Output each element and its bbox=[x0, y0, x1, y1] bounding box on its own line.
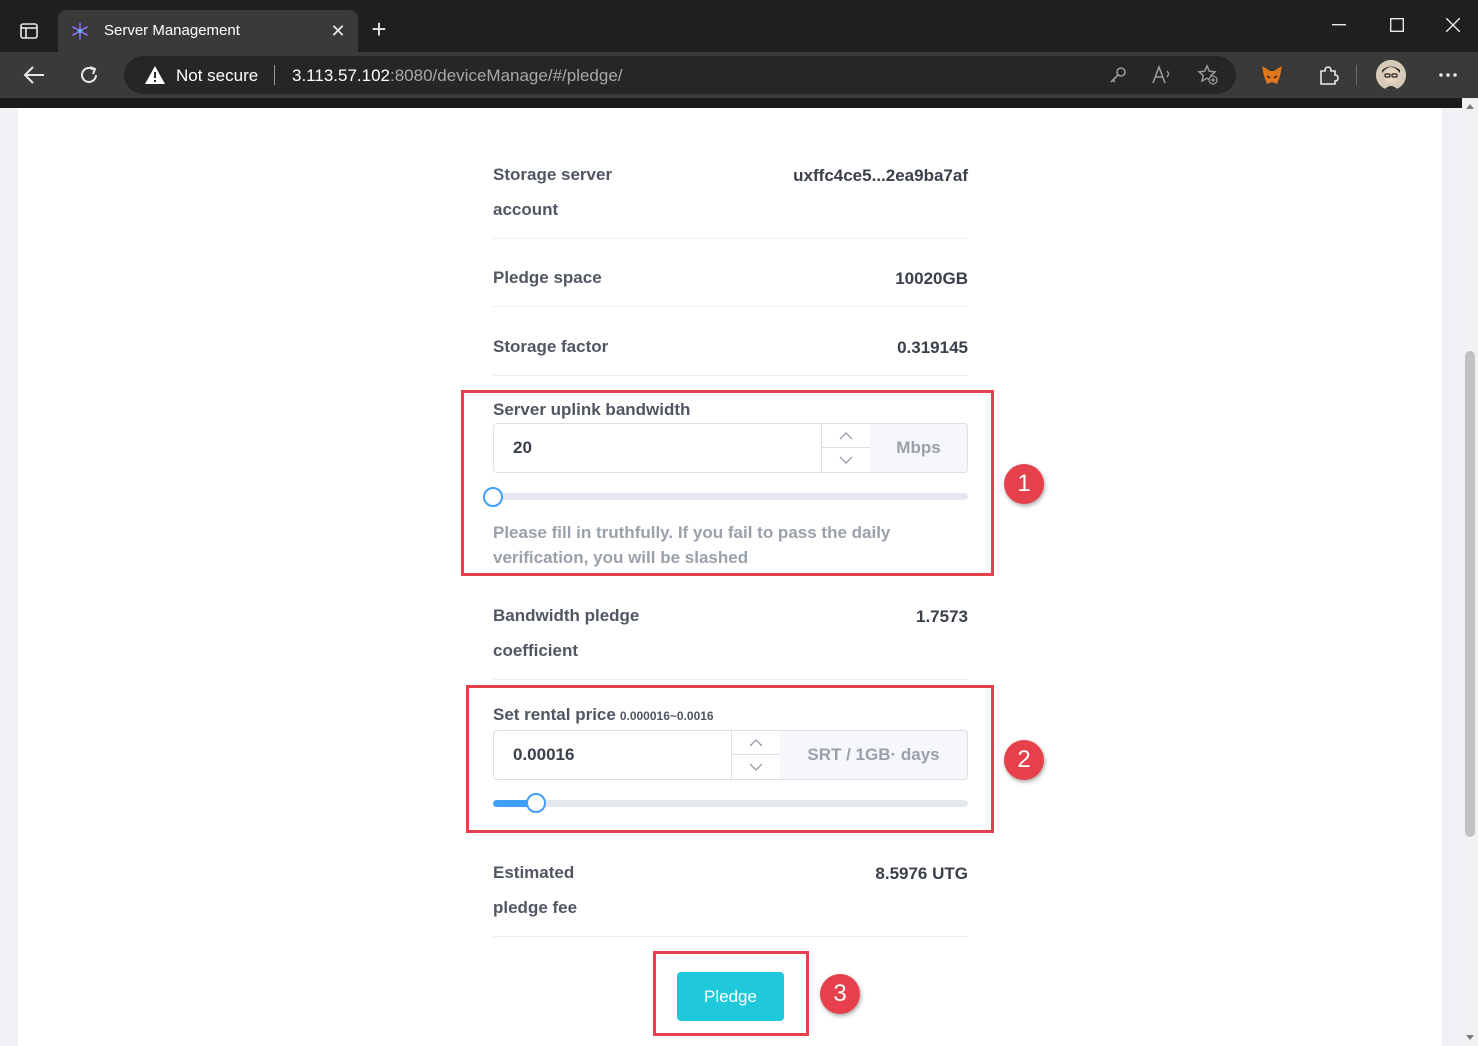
profile-avatar[interactable] bbox=[1376, 60, 1406, 90]
tab-actions-icon[interactable] bbox=[10, 14, 48, 48]
fee-label: Estimated pledge fee bbox=[493, 855, 577, 925]
fee-label-line2: pledge fee bbox=[493, 898, 578, 917]
divider bbox=[493, 238, 968, 239]
account-label-line2: account bbox=[493, 200, 559, 219]
divider bbox=[493, 375, 968, 376]
refresh-icon[interactable] bbox=[73, 60, 105, 90]
add-favorite-icon[interactable] bbox=[1196, 64, 1220, 86]
toolbar-separator bbox=[1356, 65, 1357, 85]
account-label: Storage server account bbox=[493, 157, 612, 227]
read-aloud-icon[interactable] bbox=[1150, 64, 1174, 86]
close-window-icon[interactable] bbox=[1440, 12, 1466, 38]
new-tab-icon[interactable]: + bbox=[364, 14, 394, 44]
coefficient-label: Bandwidth pledge coefficient bbox=[493, 598, 639, 668]
security-status-label[interactable]: Not secure bbox=[176, 66, 258, 86]
divider bbox=[493, 936, 968, 937]
snowflake-favicon-icon bbox=[70, 21, 90, 41]
page-top-strip bbox=[0, 98, 1462, 108]
storage-factor-label: Storage factor bbox=[493, 337, 609, 356]
url-path: :8080/deviceManage/#/pledge/ bbox=[390, 66, 623, 85]
annotation-box-2 bbox=[466, 685, 994, 833]
pledge-space-label: Pledge space bbox=[493, 268, 602, 287]
scroll-down-arrow-icon[interactable] bbox=[1466, 1035, 1474, 1040]
pledge-space-value: 10020GB bbox=[895, 269, 968, 288]
vertical-scrollbar[interactable] bbox=[1462, 98, 1478, 1046]
scroll-thumb[interactable] bbox=[1465, 351, 1475, 837]
scroll-up-arrow-icon[interactable] bbox=[1466, 104, 1474, 109]
divider bbox=[493, 306, 968, 307]
metamask-fox-icon[interactable] bbox=[1258, 62, 1286, 88]
url-host: 3.113.57.102 bbox=[292, 66, 390, 85]
address-bar[interactable]: Not secure 3.113.57.102:8080/deviceManag… bbox=[124, 56, 1236, 94]
warning-icon bbox=[144, 65, 166, 85]
minimize-icon[interactable] bbox=[1326, 12, 1352, 38]
tab-title: Server Management bbox=[104, 22, 240, 39]
tab-close-icon[interactable]: ✕ bbox=[328, 21, 348, 41]
annotation-badge-1: 1 bbox=[1004, 464, 1044, 504]
annotation-box-3 bbox=[653, 951, 809, 1036]
pledge-card bbox=[18, 108, 1442, 1046]
coefficient-label-line2: coefficient bbox=[493, 641, 579, 660]
fee-value: 8.5976 UTG bbox=[875, 864, 968, 883]
divider bbox=[493, 679, 968, 680]
browser-tab[interactable]: Server Management ✕ bbox=[58, 10, 358, 52]
coefficient-value: 1.7573 bbox=[916, 607, 968, 626]
address-separator bbox=[274, 65, 275, 85]
maximize-icon[interactable] bbox=[1384, 12, 1410, 38]
coefficient-label-line1: Bandwidth pledge bbox=[493, 606, 640, 625]
url-text[interactable]: 3.113.57.102:8080/deviceManage/#/pledge/ bbox=[292, 66, 623, 86]
browser-toolbar: Not secure 3.113.57.102:8080/deviceManag… bbox=[0, 52, 1478, 98]
more-menu-icon[interactable] bbox=[1434, 62, 1462, 88]
annotation-badge-3: 3 bbox=[820, 974, 860, 1014]
annotation-box-1 bbox=[461, 390, 994, 576]
key-icon[interactable] bbox=[1106, 64, 1130, 86]
storage-factor-value: 0.319145 bbox=[897, 338, 968, 357]
fee-label-line1: Estimated bbox=[493, 863, 575, 882]
account-value: uxffc4ce5...2ea9ba7af bbox=[793, 166, 968, 185]
back-arrow-icon[interactable] bbox=[18, 60, 50, 90]
browser-titlebar: Server Management ✕ + bbox=[0, 0, 1478, 52]
annotation-badge-2: 2 bbox=[1004, 740, 1044, 780]
extensions-puzzle-icon[interactable] bbox=[1314, 62, 1342, 88]
account-label-line1: Storage server bbox=[493, 165, 613, 184]
